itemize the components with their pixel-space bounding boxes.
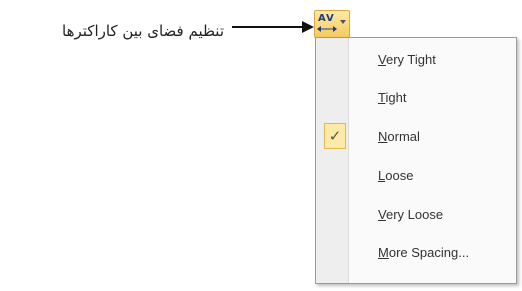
- menu-item-very-loose[interactable]: Very Loose: [316, 199, 516, 233]
- menu-item-label: Very Loose: [378, 207, 444, 222]
- callout-label: تنظیم فضای بین کاراکترها: [62, 22, 224, 40]
- menu-item-label: Tight: [378, 90, 407, 105]
- chevron-down-icon[interactable]: [340, 20, 346, 24]
- check-icon: ✓: [324, 123, 346, 149]
- menu-item-label: Normal: [378, 129, 420, 144]
- menu-item-very-tight[interactable]: Very Tight: [316, 44, 516, 78]
- menu-item-label: Very Tight: [378, 52, 436, 67]
- menu-item-label: More Spacing...: [378, 245, 470, 260]
- spacing-arrows-icon: [317, 26, 337, 32]
- callout-arrow-icon: [232, 21, 314, 33]
- character-spacing-button[interactable]: AV: [314, 10, 350, 38]
- menu-item-label: Loose: [378, 168, 414, 183]
- character-spacing-icon: AV: [318, 13, 335, 24]
- menu-item-loose[interactable]: Loose: [316, 160, 516, 194]
- character-spacing-menu: Very Tight Tight ✓ Normal Loose Very Loo…: [315, 37, 517, 284]
- menu-item-tight[interactable]: Tight: [316, 82, 516, 116]
- menu-item-normal[interactable]: ✓ Normal: [316, 121, 516, 155]
- menu-item-more-spacing[interactable]: More Spacing...: [316, 237, 516, 271]
